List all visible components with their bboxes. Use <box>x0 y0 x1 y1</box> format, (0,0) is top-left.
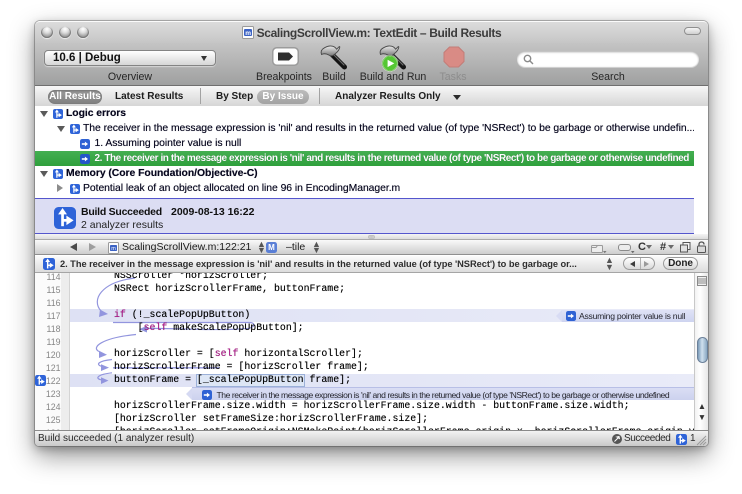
svg-text:m: m <box>111 246 116 252</box>
svg-text:m: m <box>245 30 251 37</box>
